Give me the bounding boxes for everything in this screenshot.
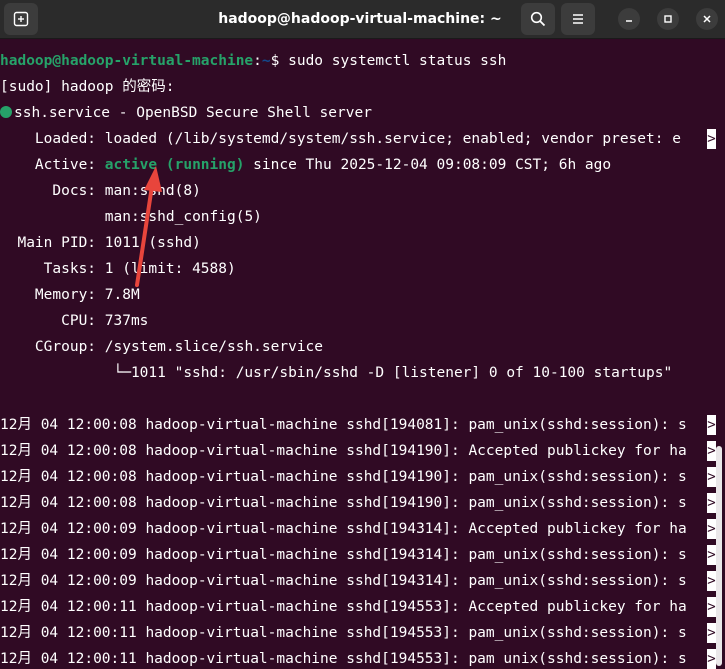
prompt-separator: : xyxy=(253,53,262,69)
search-icon xyxy=(530,11,546,27)
scrollbar-thumb[interactable] xyxy=(716,446,722,666)
hamburger-menu-icon xyxy=(573,14,583,24)
docs-value-2: man:sshd_config(5) xyxy=(104,209,262,225)
memory-line: Memory: 7.8M xyxy=(0,282,140,308)
log-line: 12月 04 12:00:08 hadoop-virtual-machine s… xyxy=(0,469,687,485)
sudo-prompt: [sudo] hadoop 的密码: xyxy=(0,79,175,95)
maximize-button[interactable] xyxy=(657,8,679,30)
docs-line: Docs: man:sshd(8) xyxy=(0,178,201,204)
new-tab-button[interactable] xyxy=(4,3,38,35)
cgroup-value: /system.slice/ssh.service xyxy=(104,339,324,355)
active-line: Active: active (running) since Thu 2025-… xyxy=(0,152,611,178)
new-tab-icon xyxy=(13,11,29,27)
mainpid-line: Main PID: 1011 (sshd) xyxy=(0,230,201,256)
menu-button[interactable] xyxy=(561,3,595,35)
log-line: 12月 04 12:00:08 hadoop-virtual-machine s… xyxy=(0,495,687,511)
log-line: 12月 04 12:00:09 hadoop-virtual-machine s… xyxy=(0,547,687,563)
log-line: 12月 04 12:00:11 hadoop-virtual-machine s… xyxy=(0,625,687,641)
docs-indent xyxy=(0,209,105,225)
log-line: 12月 04 12:00:08 hadoop-virtual-machine s… xyxy=(0,417,687,433)
title-bar: hadoop@hadoop-virtual-machine: ~ xyxy=(0,0,725,39)
status-dot-icon xyxy=(0,106,12,118)
close-icon xyxy=(703,15,711,23)
tasks-value: 1 (limit: 4588) xyxy=(104,261,236,277)
minimize-icon xyxy=(626,20,632,22)
cgroup-line: CGroup: /system.slice/ssh.service xyxy=(0,334,323,360)
log-line: 12月 04 12:00:09 hadoop-virtual-machine s… xyxy=(0,573,687,589)
cpu-label: CPU: xyxy=(0,313,105,329)
mainpid-value: 1011 (sshd) xyxy=(104,235,201,251)
scrollbar[interactable] xyxy=(711,46,725,666)
maximize-icon xyxy=(664,15,672,23)
cpu-line: CPU: 737ms xyxy=(0,308,148,334)
active-state: active (running) xyxy=(104,157,245,173)
loaded-label: Loaded: xyxy=(0,131,105,147)
prompt-user: hadoop@hadoop-virtual-machine xyxy=(0,53,254,69)
docs-line-2: man:sshd_config(5) xyxy=(0,204,262,230)
mainpid-label: Main PID: xyxy=(0,235,105,251)
active-rest: since Thu 2025-12-04 09:08:09 CST; 6h ag… xyxy=(244,157,612,173)
active-label: Active: xyxy=(0,157,105,173)
log-line: 12月 04 12:00:11 hadoop-virtual-machine s… xyxy=(0,651,687,666)
tasks-label: Tasks: xyxy=(0,261,105,277)
minimize-button[interactable] xyxy=(618,8,640,30)
loaded-value: loaded (/lib/systemd/system/ssh.service;… xyxy=(104,131,681,147)
cpu-value: 737ms xyxy=(104,313,149,329)
command-line: hadoop@hadoop-virtual-machine:~$ sudo sy… xyxy=(0,48,506,74)
log-line: 12月 04 12:00:09 hadoop-virtual-machine s… xyxy=(0,521,687,537)
service-header: ssh.service - OpenBSD Secure Shell serve… xyxy=(0,100,372,126)
service-header-text: ssh.service - OpenBSD Secure Shell serve… xyxy=(14,105,372,121)
cgroup-tree: └─1011 "sshd: /usr/sbin/sshd -D [listene… xyxy=(0,365,673,381)
close-button[interactable] xyxy=(696,8,718,30)
tasks-line: Tasks: 1 (limit: 4588) xyxy=(0,256,236,282)
prompt-dollar: $ xyxy=(270,53,289,69)
memory-label: Memory: xyxy=(0,287,105,303)
terminal-output[interactable]: hadoop@hadoop-virtual-machine:~$ sudo sy… xyxy=(0,46,710,666)
loaded-line: Loaded: loaded (/lib/systemd/system/ssh.… xyxy=(0,126,681,152)
log-line: 12月 04 12:00:11 hadoop-virtual-machine s… xyxy=(0,599,687,615)
command-text: sudo systemctl status ssh xyxy=(288,53,507,69)
docs-value-1: man:sshd(8) xyxy=(104,183,201,199)
window-title: hadoop@hadoop-virtual-machine: ~ xyxy=(218,11,502,27)
docs-label: Docs: xyxy=(0,183,105,199)
prompt-path: ~ xyxy=(261,53,271,69)
log-line: 12月 04 12:00:08 hadoop-virtual-machine s… xyxy=(0,443,687,459)
cgroup-label: CGroup: xyxy=(0,339,105,355)
search-button[interactable] xyxy=(521,3,555,35)
memory-value: 7.8M xyxy=(104,287,140,303)
